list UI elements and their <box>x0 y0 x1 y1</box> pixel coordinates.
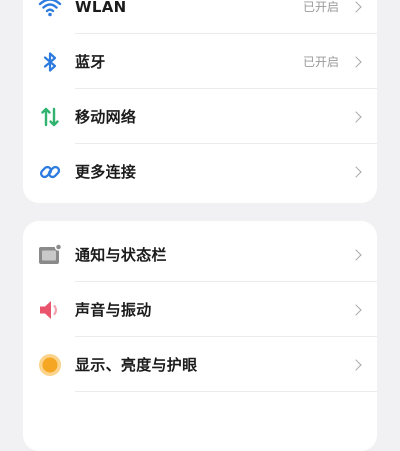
settings-row-wlan[interactable]: WLAN 已开启 <box>23 0 377 34</box>
settings-row-label: 声音与振动 <box>75 301 152 319</box>
settings-row-label: 移动网络 <box>75 108 137 126</box>
settings-row-notifications[interactable]: 通知与状态栏 <box>23 227 377 282</box>
settings-row-bluetooth[interactable]: 蓝牙 已开启 <box>23 34 377 89</box>
chevron-right-icon <box>350 165 362 178</box>
chevron-right-icon <box>350 303 362 316</box>
settings-row-display-brightness[interactable]: 显示、亮度与护眼 <box>23 337 377 392</box>
connectivity-settings-card: WLAN 已开启 蓝牙 已开启 移动网络 更多连接 <box>23 0 377 203</box>
settings-row-label: WLAN <box>75 0 127 16</box>
chevron-right-icon <box>350 0 362 13</box>
display-icon <box>37 352 63 378</box>
notification-icon <box>37 242 63 268</box>
settings-row-partial[interactable] <box>23 392 377 447</box>
settings-row-label: 更多连接 <box>75 163 137 181</box>
settings-row-label: 通知与状态栏 <box>75 246 167 264</box>
wifi-icon <box>37 0 63 20</box>
chevron-right-icon <box>350 110 362 123</box>
bluetooth-icon <box>37 49 63 75</box>
settings-row-sound-vibration[interactable]: 声音与振动 <box>23 282 377 337</box>
chevron-right-icon <box>350 55 362 68</box>
status-text: 已开启 <box>302 55 339 69</box>
system-settings-card: 通知与状态栏 声音与振动 显示、亮度与护眼 <box>23 221 377 451</box>
settings-row-mobile-network[interactable]: 移动网络 <box>23 89 377 144</box>
settings-row-more-connections[interactable]: 更多连接 <box>23 144 377 199</box>
settings-row-label: 显示、亮度与护眼 <box>75 356 198 374</box>
settings-row-label: 蓝牙 <box>75 53 106 71</box>
mobile-data-icon <box>37 104 63 130</box>
link-icon <box>37 159 63 185</box>
status-text: 已开启 <box>302 0 339 14</box>
chevron-right-icon <box>350 248 362 261</box>
speaker-icon <box>37 297 63 323</box>
chevron-right-icon <box>350 358 362 371</box>
